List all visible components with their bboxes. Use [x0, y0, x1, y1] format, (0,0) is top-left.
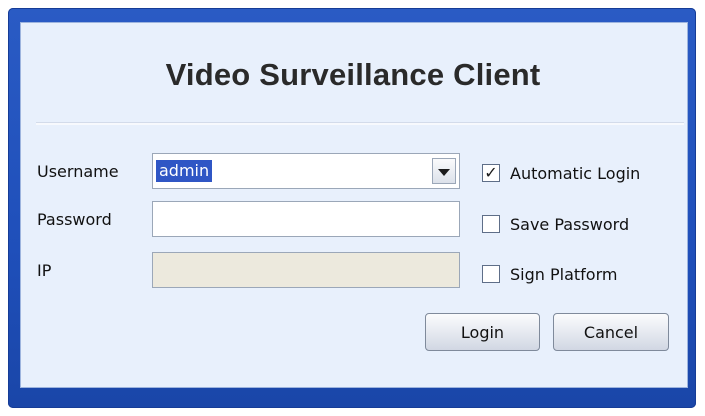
- ip-label: IP: [37, 261, 52, 280]
- username-field[interactable]: admin: [152, 153, 460, 189]
- password-field[interactable]: [152, 201, 460, 237]
- sign-platform-option[interactable]: Sign Platform: [482, 262, 617, 286]
- login-button[interactable]: Login: [425, 313, 540, 351]
- sign-platform-checkbox[interactable]: [482, 265, 500, 283]
- save-password-option[interactable]: Save Password: [482, 212, 629, 236]
- cancel-button[interactable]: Cancel: [553, 313, 669, 351]
- automatic-login-option[interactable]: ✓ Automatic Login: [482, 161, 640, 185]
- ip-input: [157, 259, 419, 281]
- username-label: Username: [37, 162, 119, 181]
- automatic-login-label[interactable]: Automatic Login: [510, 164, 640, 183]
- title-divider: [36, 122, 684, 125]
- ip-field: [152, 252, 460, 288]
- checkmark-icon: ✓: [484, 163, 498, 182]
- username-selected-text[interactable]: admin: [156, 160, 213, 182]
- username-dropdown-button[interactable]: [432, 158, 456, 184]
- save-password-label[interactable]: Save Password: [510, 215, 629, 234]
- automatic-login-checkbox[interactable]: ✓: [482, 164, 500, 182]
- password-label: Password: [37, 210, 112, 229]
- chevron-down-icon: [438, 168, 450, 176]
- password-input[interactable]: [157, 208, 419, 230]
- save-password-checkbox[interactable]: [482, 215, 500, 233]
- page-title: Video Surveillance Client: [165, 57, 541, 92]
- sign-platform-label[interactable]: Sign Platform: [510, 265, 617, 284]
